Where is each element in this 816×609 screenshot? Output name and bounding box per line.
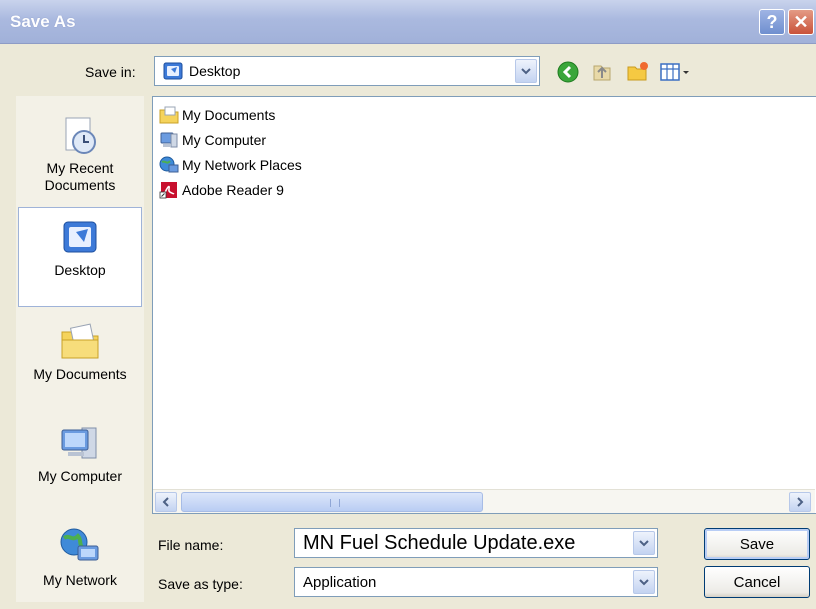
file-name-dropdown-arrow[interactable] (633, 531, 655, 555)
file-name-text: My Computer (182, 132, 267, 148)
file-name-text: My Network Places (182, 157, 302, 173)
places-item-label: My Documents (33, 366, 127, 382)
places-item-desktop[interactable]: Desktop (18, 207, 142, 307)
places-bar: My Recent Documents Desktop My Documents… (16, 96, 144, 602)
list-item[interactable]: My Network Places (159, 154, 302, 176)
adobe-reader-shortcut-icon (159, 182, 177, 199)
save-as-type-label: Save as type: (158, 576, 243, 592)
scroll-left-button[interactable] (155, 492, 177, 512)
new-folder-icon[interactable] (626, 60, 650, 84)
save-in-value: Desktop (189, 63, 241, 79)
file-list[interactable]: My Documents My Computer My Network Plac… (152, 96, 816, 514)
list-item[interactable]: Adobe Reader 9 (159, 179, 284, 201)
file-name-combo[interactable] (294, 528, 658, 558)
views-menu-icon[interactable] (658, 60, 694, 84)
places-item-my-documents[interactable]: My Documents (18, 310, 142, 410)
file-name-input[interactable] (295, 529, 631, 557)
my-documents-icon (61, 323, 99, 359)
title-bar: Save As ? ✕ (0, 0, 816, 44)
chevron-right-icon (797, 497, 804, 507)
close-button[interactable]: ✕ (788, 9, 814, 35)
close-icon: ✕ (793, 11, 809, 32)
save-as-type-dropdown-arrow[interactable] (633, 570, 655, 594)
back-icon[interactable] (556, 60, 580, 84)
list-item[interactable]: My Documents (159, 104, 275, 126)
scrollbar-thumb[interactable] (181, 492, 483, 512)
chevron-down-icon (639, 579, 649, 586)
places-item-label: Desktop (54, 262, 106, 278)
chevron-down-icon (521, 68, 531, 75)
save-button[interactable]: Save (704, 528, 810, 560)
my-computer-icon (61, 427, 97, 459)
places-item-my-network[interactable]: My Network (18, 516, 142, 609)
desktop-icon (63, 221, 97, 253)
horizontal-scrollbar[interactable] (153, 489, 815, 513)
places-item-label: My Recent (46, 160, 114, 176)
file-name-text: My Documents (182, 107, 276, 123)
places-item-label: My Network (43, 572, 117, 588)
file-name-label: File name: (158, 537, 224, 553)
places-item-label: My Computer (37, 468, 123, 484)
list-item[interactable]: My Computer (159, 129, 266, 151)
save-as-type-dropdown[interactable]: Application (294, 567, 658, 597)
chevron-left-icon (162, 497, 169, 507)
save-in-dropdown-arrow[interactable] (515, 59, 537, 83)
my-network-icon (60, 528, 99, 561)
places-item-recent-documents[interactable]: My Recent Documents (18, 104, 142, 204)
cancel-button[interactable]: Cancel (704, 566, 810, 598)
chevron-down-icon (639, 540, 649, 547)
recent-documents-icon (65, 117, 96, 154)
save-as-type-value: Application (303, 574, 377, 591)
desktop-icon (163, 62, 183, 80)
places-item-my-computer[interactable]: My Computer (18, 412, 142, 512)
places-item-label: Documents (44, 177, 116, 193)
scroll-right-button[interactable] (789, 492, 811, 512)
save-in-dropdown[interactable]: Desktop (154, 56, 540, 86)
window-title: Save As (10, 12, 76, 31)
help-button[interactable]: ? (759, 9, 785, 35)
network-places-icon (159, 156, 179, 173)
computer-icon (160, 132, 178, 148)
folder-documents-icon (159, 106, 179, 124)
scrollbar-grip (330, 499, 340, 507)
save-in-label: Save in: (85, 64, 136, 80)
up-one-level-icon[interactable] (590, 60, 614, 84)
question-mark-icon: ? (766, 11, 778, 32)
file-name-text: Adobe Reader 9 (182, 182, 284, 198)
